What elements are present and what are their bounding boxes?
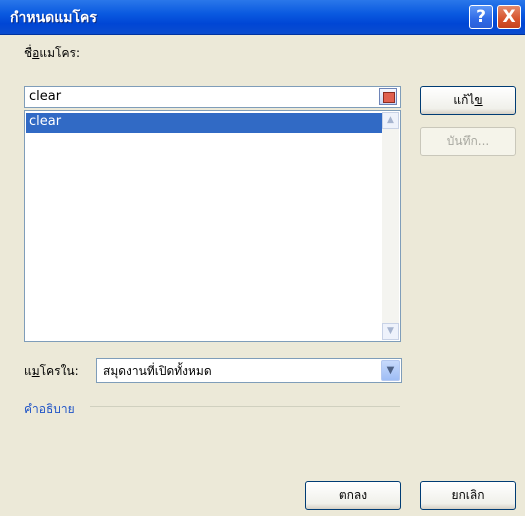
help-icon: ? [476,7,486,27]
macro-dialog: กำหนดแมโคร ? X ชื่อแมโคร: clear clear ▲ … [0,0,525,516]
edit-button-accelerator: ข [474,93,483,107]
macro-name-label-part: ชื่ [24,46,33,60]
macros-in-label-part: โครใน: [39,364,79,378]
save-button[interactable]: บันทึก... [420,127,516,156]
macros-in-label-accelerator: ม [31,364,40,378]
title-bar[interactable]: กำหนดแมโคร ? X [0,0,525,35]
macros-in-label-part: แ [24,364,32,378]
help-button[interactable]: ? [469,5,493,29]
macro-name-label: ชื่อแมโคร: [24,44,80,63]
scroll-up-icon[interactable]: ▲ [382,112,399,129]
macros-in-label: แมโครใน: [24,362,79,381]
ok-button-label: ตกลง [338,488,368,502]
range-selector-icon [383,92,395,103]
list-scrollbar[interactable]: ▲ ▼ [382,112,399,340]
collapse-dialog-button[interactable] [379,88,397,105]
scroll-down-icon[interactable]: ▼ [382,323,399,340]
macro-name-label-part: แมโคร: [39,46,80,60]
description-divider [90,406,400,407]
close-button[interactable]: X [497,5,521,29]
macro-name-value: clear [29,89,62,104]
cancel-button[interactable]: ยกเลิก [420,481,516,510]
edit-button[interactable]: แก้ไข [420,86,516,115]
macro-list[interactable]: clear ▲ ▼ [24,110,401,342]
close-icon: X [502,7,516,27]
description-label: คำอธิบาย [24,402,75,416]
macros-in-selected-value: สมุดงานที่เปิดทั้งหมด [103,364,212,378]
chevron-down-icon[interactable]: ▼ [381,360,400,381]
list-item[interactable]: clear [26,113,384,133]
dialog-title: กำหนดแมโคร [10,10,97,26]
macro-name-input[interactable]: clear [24,86,401,108]
edit-button-label: แก้ไ [453,93,475,107]
cancel-button-label: ยกเลิก [451,488,485,502]
macros-in-select[interactable]: สมุดงานที่เปิดทั้งหมด ▼ [96,358,402,383]
ok-button[interactable]: ตกลง [305,481,401,510]
save-button-label: บันทึก... [446,134,490,148]
